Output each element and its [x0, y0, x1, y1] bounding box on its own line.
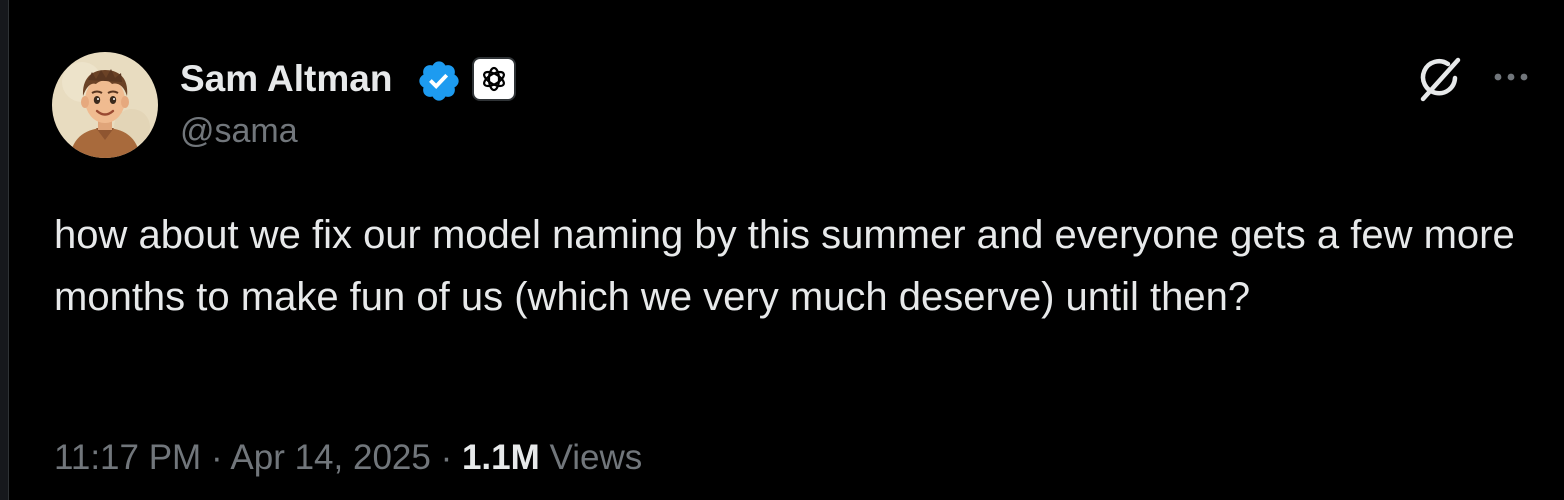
avatar[interactable]: [52, 52, 158, 158]
tweet-text: how about we fix our model naming by thi…: [54, 213, 1515, 319]
avatar-illustration: [52, 52, 158, 158]
tweet-card: Sam Altman @sama how about we fix our mo…: [0, 0, 1564, 500]
openai-logo-icon[interactable]: [472, 57, 516, 101]
author-handle[interactable]: @sama: [180, 112, 298, 151]
views-label: Views: [539, 438, 643, 477]
author-name[interactable]: Sam Altman: [180, 58, 392, 100]
meta-separator: ·: [440, 438, 453, 477]
verified-badge-icon: [416, 58, 462, 104]
tweet-date[interactable]: Apr 14, 2025: [230, 438, 430, 477]
meta-separator: ·: [210, 438, 223, 477]
grok-icon[interactable]: [1414, 54, 1466, 106]
views-count[interactable]: 1.1M: [462, 438, 540, 477]
more-options-icon[interactable]: [1490, 62, 1532, 92]
tweet-time[interactable]: 11:17 PM: [54, 438, 201, 477]
tweet-meta: 11:17 PM · Apr 14, 2025 · 1.1M Views: [54, 438, 642, 478]
